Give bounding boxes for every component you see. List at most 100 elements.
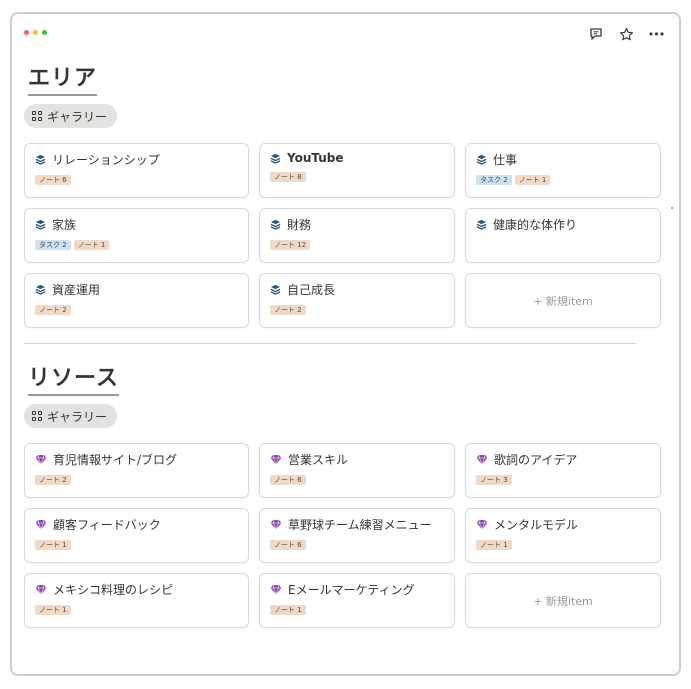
card-tags: ノート 1 — [35, 540, 238, 550]
gallery-card[interactable]: 顧客フィードバックノート 1 — [24, 508, 249, 563]
gem-icon — [476, 519, 488, 530]
new-item-button[interactable]: + 新規item — [465, 573, 661, 628]
task-count-badge: タスク 2 — [476, 175, 512, 185]
gallery-card[interactable]: メキシコ料理のレシピノート 1 — [24, 573, 249, 628]
gallery-grid-icon — [32, 411, 42, 421]
card-tags: タスク 2 ノート 1 — [35, 240, 238, 250]
gallery-card[interactable]: 自己成長ノート 2 — [259, 273, 455, 328]
card-tags: ノート 6 — [270, 475, 444, 485]
card-title-label: 資産運用 — [52, 283, 101, 297]
note-count-badge: ノート 2 — [35, 305, 71, 315]
card-title: 自己成長 — [270, 281, 444, 298]
card-title-label: 家族 — [52, 218, 77, 232]
gallery-card[interactable]: 営業スキルノート 6 — [259, 443, 455, 498]
maximize-window-button[interactable] — [42, 30, 47, 35]
gem-icon — [476, 454, 488, 465]
gallery-card[interactable]: 家族タスク 2 ノート 1 — [24, 208, 249, 263]
card-title-label: 顧客フィードバック — [53, 518, 161, 532]
stack-icon — [35, 154, 46, 165]
note-count-badge: ノート 1 — [35, 540, 71, 550]
card-title: 歌詞のアイデア — [476, 451, 650, 468]
card-tags: ノート 2 — [35, 475, 238, 485]
gallery-card[interactable]: Eメールマーケティング ノート 1 — [259, 573, 455, 628]
card-title-label: 財務 — [287, 218, 312, 232]
card-title-label: 草野球チーム練習メニュー — [288, 518, 432, 532]
card-tags: ノート 8 — [270, 172, 444, 182]
new-item-label: + 新規item — [533, 594, 593, 608]
card-title-label: メキシコ料理のレシピ — [53, 583, 174, 597]
note-count-badge: ノート 1 — [35, 605, 71, 615]
card-title: メンタルモデル — [476, 516, 650, 533]
window-controls — [24, 30, 47, 35]
comment-icon[interactable] — [587, 25, 605, 43]
resources-section: リソース ギャラリー 育児情報サイト/ブログ ノート 2 営業スキル ノート 6 歌詞の… — [24, 360, 661, 628]
gallery-card[interactable]: メンタルモデルノート 1 — [465, 508, 661, 563]
minimize-window-button[interactable] — [33, 30, 38, 35]
note-count-badge: ノート 6 — [35, 175, 71, 185]
stack-icon — [35, 219, 46, 230]
card-title: 草野球チーム練習メニュー — [270, 516, 444, 533]
card-title: 資産運用 — [35, 281, 238, 298]
areas-gallery-tab[interactable]: ギャラリー — [24, 104, 118, 128]
card-title-label: 営業スキル — [288, 453, 349, 467]
gallery-card[interactable]: 健康的な体作り — [465, 208, 661, 263]
more-icon[interactable]: ••• — [647, 25, 665, 43]
card-title-label: リレーションシップ — [52, 153, 160, 167]
stack-icon — [476, 154, 487, 165]
card-tags: ノート 1 — [35, 605, 238, 615]
gem-icon — [270, 519, 282, 530]
card-title-label: 健康的な体作り — [493, 218, 578, 232]
task-count-badge: タスク 2 — [35, 240, 71, 250]
view-tab-label: ギャラリー — [47, 409, 108, 424]
gallery-card[interactable]: リレーションシップノート 6 — [24, 143, 249, 198]
stack-icon — [35, 284, 46, 295]
card-tags: ノート 2 — [35, 305, 238, 315]
note-count-badge: ノート 3 — [476, 475, 512, 485]
card-title: 営業スキル — [270, 451, 444, 468]
card-title-label: 仕事 — [493, 153, 518, 167]
gem-icon — [35, 454, 47, 465]
new-item-button[interactable]: + 新規item — [465, 273, 661, 328]
card-title-label: 歌詞のアイデア — [494, 453, 578, 467]
gallery-card[interactable]: 仕事タスク 2 ノート 1 — [465, 143, 661, 198]
card-title: 財務 — [270, 216, 444, 233]
view-tab-label: ギャラリー — [47, 109, 108, 124]
gallery-card[interactable]: 財務 ノート 12 — [259, 208, 455, 263]
note-count-badge: ノート 1 — [514, 175, 551, 185]
note-count-badge: ノート 1 — [73, 240, 110, 250]
resources-gallery: 育児情報サイト/ブログ ノート 2 営業スキル ノート 6 歌詞のアイデア ノート 3 顧客… — [24, 443, 661, 628]
card-tags: タスク 2 ノート 1 — [476, 175, 650, 185]
gallery-card[interactable]: 歌詞のアイデアノート 3 — [465, 443, 661, 498]
stack-icon — [270, 219, 281, 230]
card-title: メキシコ料理のレシピ — [35, 581, 238, 598]
note-count-badge: ノート 2 — [270, 305, 306, 315]
card-title-label: YouTube — [287, 151, 344, 165]
card-tags: ノート 3 — [476, 475, 650, 485]
areas-gallery: リレーションシップ ノート 6 YouTube ノート 8 仕事 タスク 2 ノート 1 家族… — [24, 143, 661, 328]
card-tags: ノート 2 — [270, 305, 444, 315]
note-count-badge: ノート 1 — [270, 605, 306, 615]
stack-icon — [476, 219, 487, 230]
gallery-card[interactable]: 育児情報サイト/ブログ ノート 2 — [24, 443, 249, 498]
areas-section: エリア ギャラリー リレーションシップノート 6 YouTube ノート 8 仕事タス… — [24, 60, 661, 328]
resources-title: リソース — [28, 360, 119, 396]
card-title: 仕事 — [476, 151, 650, 168]
note-count-badge: ノート 8 — [270, 172, 306, 182]
areas-title: エリア — [28, 60, 98, 96]
gallery-card[interactable]: YouTube ノート 8 — [259, 143, 455, 198]
card-tags: ノート 1 — [270, 605, 444, 615]
new-item-label: + 新規item — [533, 294, 593, 308]
gallery-card[interactable]: 資産運用ノート 2 — [24, 273, 249, 328]
card-title-label: 自己成長 — [287, 283, 336, 297]
top-actions: ••• — [587, 25, 665, 43]
gem-icon — [35, 584, 47, 595]
card-tags: ノート 1 — [476, 540, 650, 550]
resources-gallery-tab[interactable]: ギャラリー — [24, 404, 118, 428]
gem-icon — [35, 519, 47, 530]
card-title: 顧客フィードバック — [35, 516, 238, 533]
note-count-badge: ノート 6 — [270, 475, 306, 485]
section-divider — [24, 343, 636, 344]
close-window-button[interactable] — [24, 30, 29, 35]
star-icon[interactable] — [617, 25, 635, 43]
gallery-card[interactable]: 草野球チーム練習メニュー ノート 6 — [259, 508, 455, 563]
